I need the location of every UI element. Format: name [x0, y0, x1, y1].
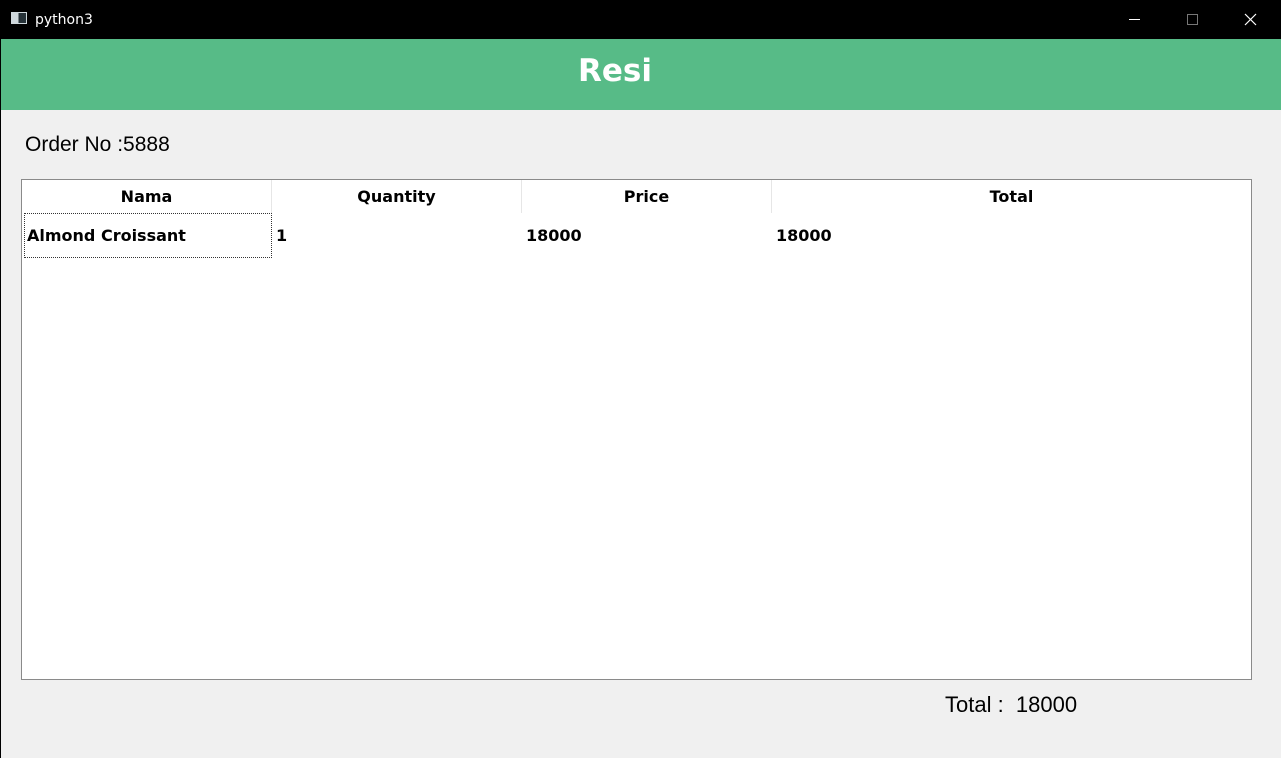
close-button[interactable] [1222, 0, 1280, 39]
page-title: Resi [578, 53, 652, 89]
table-header: Nama Quantity Price Total [22, 180, 1251, 213]
minimize-button[interactable] [1105, 0, 1163, 39]
column-header-price[interactable]: Price [522, 180, 772, 213]
header-banner: Resi [1, 39, 1281, 110]
close-icon [1244, 13, 1257, 26]
column-header-nama[interactable]: Nama [22, 180, 272, 213]
maximize-icon [1187, 14, 1198, 25]
maximize-button[interactable] [1163, 0, 1221, 39]
app-icon [11, 12, 27, 24]
order-table[interactable]: Nama Quantity Price Total Almond Croissa… [21, 179, 1252, 680]
cell-total[interactable]: 18000 [773, 213, 1243, 258]
cell-price[interactable]: 18000 [523, 213, 772, 258]
app-window: python3 Resi Order No :5888 Nama Quantit… [1, 0, 1281, 758]
title-bar[interactable]: python3 [1, 0, 1281, 39]
column-header-quantity[interactable]: Quantity [272, 180, 522, 213]
grand-total-label: Total : 18000 [945, 692, 1078, 717]
table-row[interactable]: Almond Croissant 1 18000 18000 [22, 213, 1251, 258]
cell-nama[interactable]: Almond Croissant [24, 213, 272, 258]
column-header-total[interactable]: Total [772, 180, 1251, 213]
window-title: python3 [35, 12, 93, 28]
order-number-label: Order No :5888 [25, 133, 170, 156]
cell-quantity[interactable]: 1 [273, 213, 522, 258]
minimize-icon [1129, 19, 1140, 20]
